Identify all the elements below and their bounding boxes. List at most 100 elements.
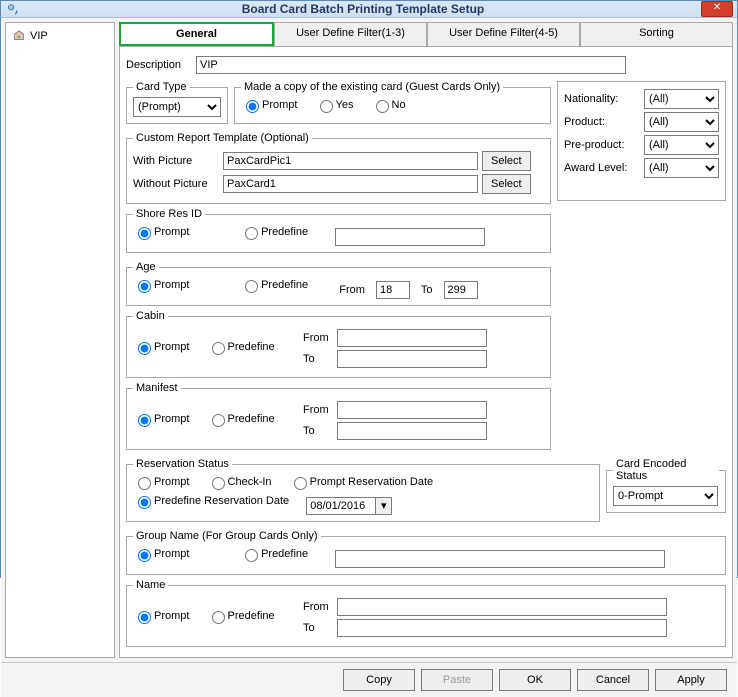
card-type-select[interactable]: (Prompt) [133,97,221,117]
cabin-from-label: From [303,332,337,344]
group-prompt-radio[interactable]: Prompt [133,546,223,562]
shore-predefine-radio[interactable]: Predefine [240,224,308,240]
copy-prompt-radio[interactable]: Prompt [241,97,297,113]
with-picture-label: With Picture [133,155,223,167]
age-predefine-radio[interactable]: Predefine [240,277,308,293]
copy-button[interactable]: Copy [343,669,415,691]
card-encoded-fieldset: Card Encoded Status 0-Prompt [606,458,726,513]
tab-sorting[interactable]: Sorting [580,22,733,46]
sidebar-item-vip[interactable]: VIP [10,27,110,45]
age-to-input[interactable] [444,281,478,299]
res-prompt-radio[interactable]: Prompt [133,474,189,490]
titlebar: Board Card Batch Printing Template Setup… [1,1,737,18]
award-select[interactable]: (All) [644,158,719,178]
custom-report-legend: Custom Report Template (Optional) [133,132,312,144]
with-picture-input[interactable] [223,152,478,170]
cabin-to-input[interactable] [337,350,487,368]
footer: Copy Paste OK Cancel Apply [1,662,737,697]
copy-no-radio[interactable]: No [371,97,406,113]
reservation-date-input[interactable] [306,497,376,515]
general-pane: Description Card Type (Prompt) [119,47,733,658]
cabin-prompt-radio[interactable]: Prompt [133,339,189,355]
window: Board Card Batch Printing Template Setup… [0,0,738,578]
res-prompt-date-radio[interactable]: Prompt Reservation Date [289,474,434,490]
filters-fieldset: Nationality:(All) Product:(All) Pre-prod… [557,81,726,201]
nationality-label: Nationality: [564,93,644,105]
name-predefine-radio[interactable]: Predefine [207,608,275,624]
cabin-from-input[interactable] [337,329,487,347]
manifest-from-input[interactable] [337,401,487,419]
cancel-button[interactable]: Cancel [577,669,649,691]
without-picture-input[interactable] [223,175,478,193]
app-icon [5,2,19,16]
reservation-legend: Reservation Status [133,458,232,470]
shore-res-legend: Shore Res ID [133,208,205,220]
product-label: Product: [564,116,644,128]
shore-res-fieldset: Shore Res ID Prompt Predefine [126,208,551,253]
group-predefine-radio[interactable]: Predefine [240,546,308,562]
tab-udf13[interactable]: User Define Filter(1-3) [274,22,427,46]
age-from-input[interactable] [376,281,410,299]
nationality-select[interactable]: (All) [644,89,719,109]
with-picture-select-button[interactable]: Select [482,151,531,171]
group-legend: Group Name (For Group Cards Only) [133,530,321,542]
ok-button[interactable]: OK [499,669,571,691]
age-legend: Age [133,261,159,273]
reservation-fieldset: Reservation Status Prompt Check-In Promp… [126,458,600,522]
shore-value-input[interactable] [335,228,485,246]
card-type-legend: Card Type [133,81,190,93]
manifest-predefine-radio[interactable]: Predefine [207,411,275,427]
age-prompt-radio[interactable]: Prompt [133,277,223,293]
tab-general[interactable]: General [119,22,274,46]
shore-prompt-radio[interactable]: Prompt [133,224,223,240]
age-to-label: To [421,284,433,296]
name-from-input[interactable] [337,598,667,616]
description-row: Description [126,56,726,74]
sidebar: VIP [5,22,115,658]
cabin-predefine-radio[interactable]: Predefine [207,339,275,355]
name-prompt-radio[interactable]: Prompt [133,608,189,624]
name-fieldset: Name Prompt Predefine From To [126,579,726,647]
cabin-to-label: To [303,353,337,365]
copy-card-legend: Made a copy of the existing card (Guest … [241,81,503,93]
group-fieldset: Group Name (For Group Cards Only) Prompt… [126,530,726,575]
copy-card-fieldset: Made a copy of the existing card (Guest … [234,81,551,124]
reservation-date-dropdown[interactable]: ▾ [376,497,392,515]
cabin-legend: Cabin [133,310,168,322]
description-label: Description [126,59,196,71]
res-predefine-date-radio[interactable]: Predefine Reservation Date [133,493,289,509]
tab-udf45[interactable]: User Define Filter(4-5) [427,22,580,46]
content: General User Define Filter(1-3) User Def… [119,22,733,658]
name-from-label: From [303,601,337,613]
window-title: Board Card Batch Printing Template Setup [25,2,701,16]
name-to-label: To [303,622,337,634]
template-icon [12,29,26,43]
manifest-to-label: To [303,425,337,437]
manifest-prompt-radio[interactable]: Prompt [133,411,189,427]
age-fieldset: Age Prompt Predefine From To [126,261,551,306]
award-label: Award Level: [564,162,644,174]
product-select[interactable]: (All) [644,112,719,132]
close-button[interactable]: ✕ [701,1,733,17]
custom-report-fieldset: Custom Report Template (Optional) With P… [126,132,551,204]
name-to-input[interactable] [337,619,667,637]
description-input[interactable] [196,56,626,74]
res-checkin-radio[interactable]: Check-In [207,474,272,490]
copy-yes-radio[interactable]: Yes [315,97,354,113]
main: VIP General User Define Filter(1-3) User… [1,18,737,662]
without-picture-select-button[interactable]: Select [482,174,531,194]
window-body: VIP General User Define Filter(1-3) User… [1,18,737,697]
tabs: General User Define Filter(1-3) User Def… [119,22,733,47]
manifest-to-input[interactable] [337,422,487,440]
manifest-fieldset: Manifest Prompt Predefine From To [126,382,551,450]
card-encoded-select[interactable]: 0-Prompt [613,486,718,506]
manifest-legend: Manifest [133,382,181,394]
name-legend: Name [133,579,168,591]
sidebar-item-label: VIP [30,30,48,42]
paste-button[interactable]: Paste [421,669,493,691]
cabin-fieldset: Cabin Prompt Predefine From To [126,310,551,378]
preproduct-select[interactable]: (All) [644,135,719,155]
apply-button[interactable]: Apply [655,669,727,691]
card-encoded-legend: Card Encoded Status [613,458,719,482]
group-value-input[interactable] [335,550,665,568]
